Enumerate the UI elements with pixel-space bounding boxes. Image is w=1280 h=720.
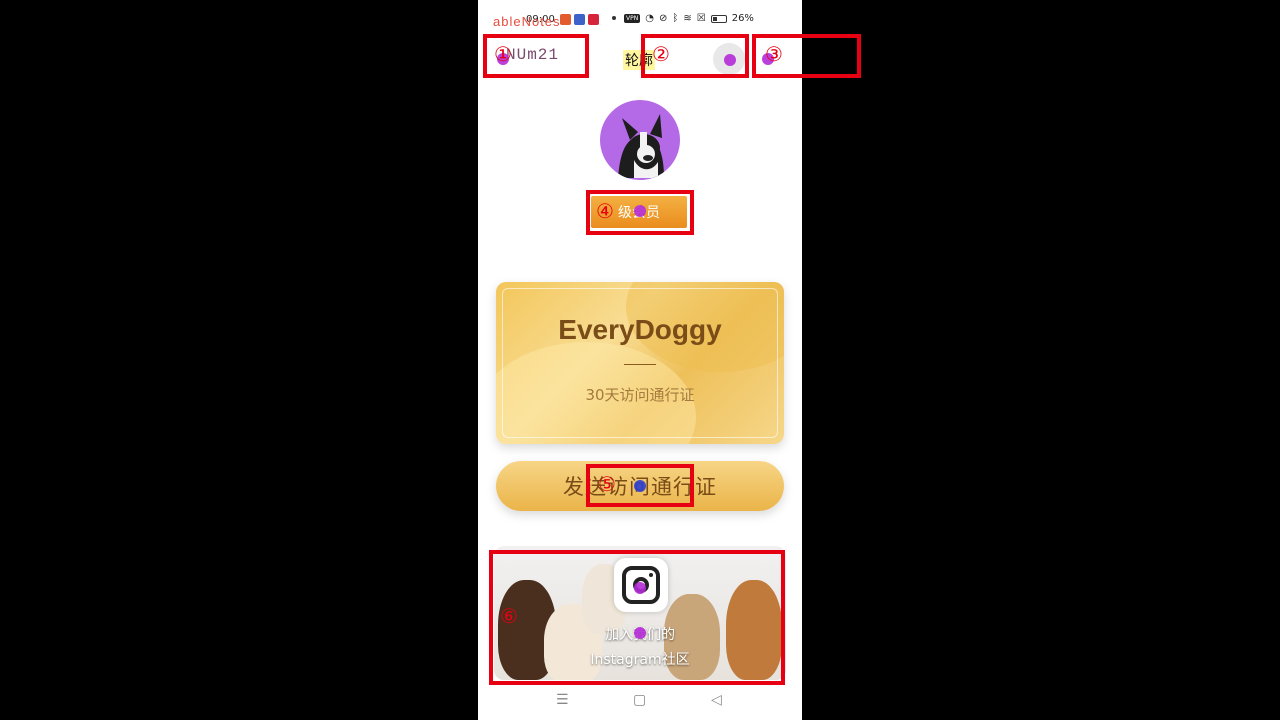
signal-icon: ☒ bbox=[696, 13, 706, 24]
bluetooth-icon: ᛒ bbox=[672, 13, 679, 24]
annotation-dot-6 bbox=[634, 627, 646, 639]
dog-avatar-icon bbox=[618, 114, 664, 178]
navigation-bar: ☰ ▢ ◁ bbox=[478, 686, 802, 716]
back-icon[interactable]: ◁ bbox=[711, 692, 722, 708]
more-notifications-dot bbox=[612, 16, 616, 20]
pass-divider bbox=[624, 364, 656, 365]
annotation-label-6: ⑥ bbox=[500, 604, 518, 628]
home-icon[interactable]: ▢ bbox=[633, 692, 646, 708]
annotation-box-6 bbox=[489, 550, 785, 685]
wifi-icon: ≋ bbox=[683, 13, 692, 24]
access-pass-card: EveryDoggy 30天访问通行证 bbox=[496, 282, 784, 444]
annotation-label-3: ③ bbox=[765, 42, 783, 66]
notification-icons bbox=[560, 14, 599, 25]
annotation-dot-4 bbox=[634, 205, 646, 217]
avatar[interactable] bbox=[600, 100, 680, 180]
annotation-label-5: ⑤ bbox=[598, 472, 616, 496]
overlay-app-name: ableNotes bbox=[493, 14, 561, 29]
card-inner-border bbox=[502, 288, 778, 438]
vpn-icon: VPN bbox=[624, 14, 641, 23]
annotation-dot-5 bbox=[634, 480, 646, 492]
battery-level: 26% bbox=[731, 13, 754, 24]
annotation-dot-2 bbox=[724, 54, 736, 66]
app-notification-icon bbox=[560, 14, 571, 25]
pass-brand: EveryDoggy bbox=[558, 314, 722, 345]
app-notification-icon bbox=[574, 14, 585, 25]
mute-icon: ⊘ bbox=[658, 13, 668, 24]
menu-icon[interactable]: ☰ bbox=[556, 692, 569, 708]
annotation-dot-6b bbox=[634, 582, 646, 594]
app-notification-icon bbox=[588, 14, 599, 25]
status-right: VPN ◔ ⊘ ᛒ ≋ ☒ 26% bbox=[624, 13, 754, 24]
annotation-label-4: ④ bbox=[596, 199, 614, 223]
speed-icon: ◔ bbox=[645, 13, 654, 24]
pass-subtitle: 30天访问通行证 bbox=[585, 386, 695, 404]
battery-icon bbox=[710, 14, 727, 23]
annotation-label-2: ② bbox=[652, 42, 670, 66]
annotation-label-1: ① bbox=[494, 42, 512, 66]
